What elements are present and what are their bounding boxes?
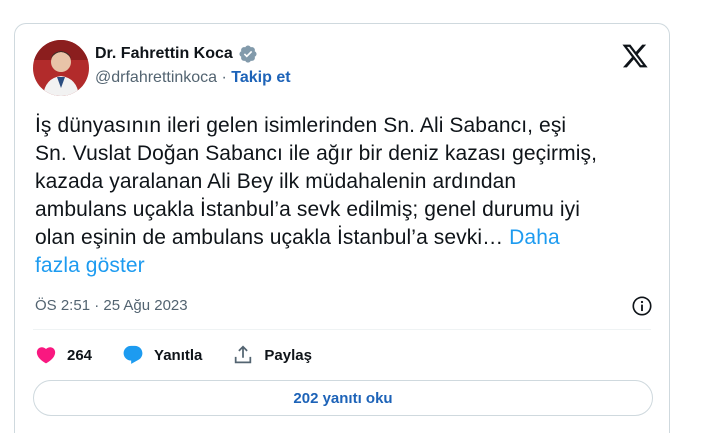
reply-bubble-icon: [123, 345, 143, 364]
verified-badge-icon: [239, 45, 257, 63]
tweet-line: olan eşinin de ambulans uçakla İstanbul’…: [35, 226, 510, 249]
tweet-card: Dr. Fahrettin Koca @drfahrettinkoca · Ta…: [14, 23, 670, 433]
like-count: 264: [67, 346, 93, 364]
info-icon[interactable]: [631, 295, 653, 317]
follow-button[interactable]: Takip et: [231, 69, 290, 86]
show-more-link[interactable]: Daha: [509, 226, 560, 249]
tweet-line: ambulans uçakla İstanbul’a sevk edilmiş;…: [35, 198, 580, 221]
x-logo-icon[interactable]: [621, 42, 649, 70]
like-button[interactable]: 264: [35, 344, 92, 366]
divider: [33, 329, 651, 330]
tweet-text: İş dünyasının ileri gelen isimlerinden S…: [35, 112, 650, 280]
reply-label: Yanıtla: [154, 346, 203, 364]
share-label: Paylaş: [264, 346, 312, 364]
tweet-actions: 264 Yanıtla Paylaş: [35, 342, 312, 368]
share-button[interactable]: Paylaş: [232, 344, 312, 366]
tweet-header: Dr. Fahrettin Koca @drfahrettinkoca · Ta…: [33, 40, 653, 96]
avatar-image: [33, 40, 89, 96]
read-replies-button[interactable]: 202 yanıtı oku: [33, 380, 653, 416]
author-name[interactable]: Dr. Fahrettin Koca: [95, 43, 233, 65]
tweet-line: İş dünyasının ileri gelen isimlerinden S…: [35, 114, 567, 137]
reply-button[interactable]: Yanıtla: [122, 344, 202, 366]
show-more-link-continued[interactable]: fazla göster: [35, 254, 145, 277]
author-handle[interactable]: @drfahrettinkoca: [95, 69, 217, 86]
handle-separator: ·: [217, 69, 232, 86]
avatar[interactable]: [33, 40, 89, 96]
tweet-line: Sn. Vuslat Doğan Sabancı ile ağır bir de…: [35, 142, 597, 165]
heart-icon: [36, 347, 56, 364]
share-icon: [235, 345, 252, 364]
tweet-meta: ÖS 2:51 · 25 Ağu 2023: [35, 292, 653, 320]
tweet-line: kazada yaralanan Ali Bey ilk müdahalenin…: [35, 170, 517, 193]
tweet-timestamp[interactable]: ÖS 2:51 · 25 Ağu 2023: [35, 297, 188, 314]
